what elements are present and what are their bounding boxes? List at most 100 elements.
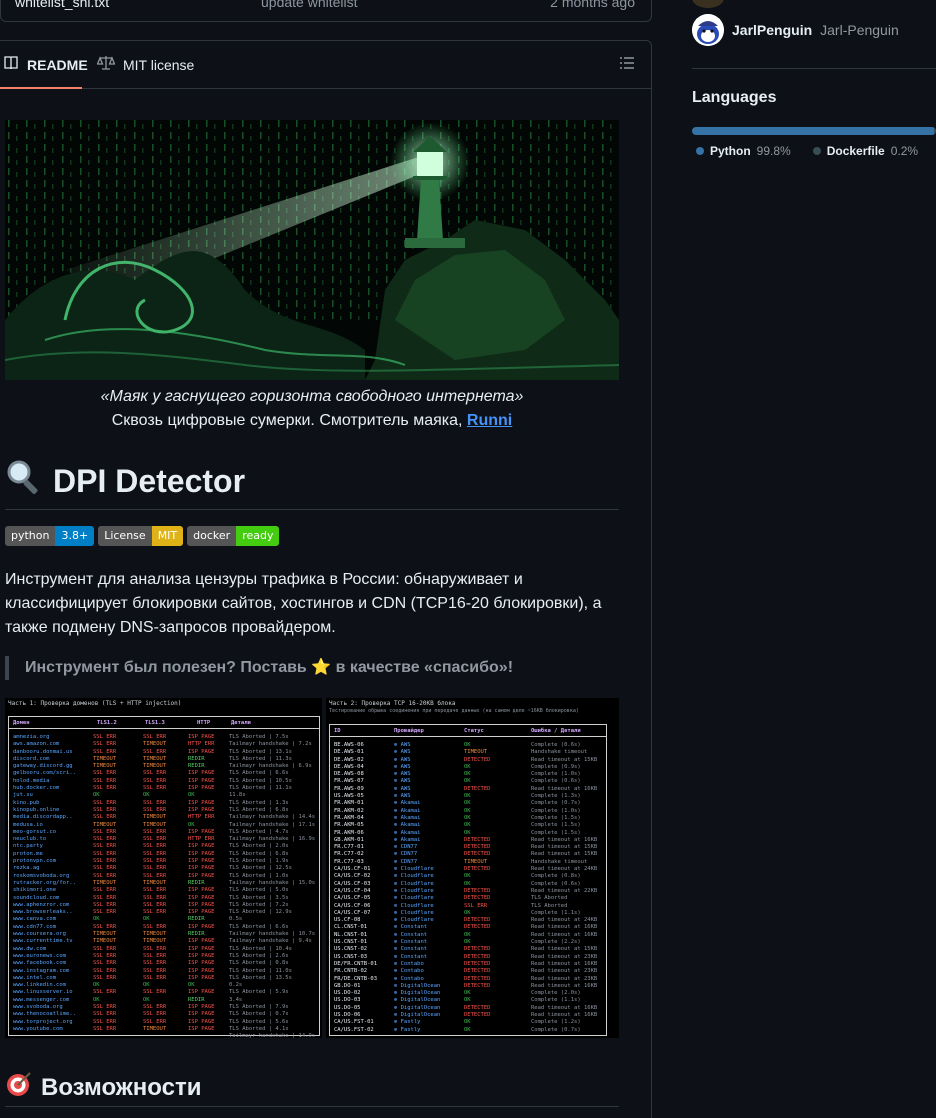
status-cell: ISP PAGE bbox=[188, 770, 215, 777]
status-cell: SSL ERR bbox=[93, 989, 117, 996]
avatar[interactable] bbox=[692, 14, 724, 46]
readme-title: DPI Detector bbox=[5, 458, 245, 504]
details-cell: Tailmayr handshake | 14.4s bbox=[229, 814, 316, 821]
status-cell: ISP PAGE bbox=[188, 777, 215, 784]
details-cell: Read timeout at 23KB bbox=[531, 953, 598, 960]
status-cell: SSL ERR bbox=[93, 777, 117, 784]
details-cell: Read timeout at 24KB bbox=[531, 866, 598, 873]
domain-cell: www.facebook.com bbox=[13, 960, 66, 967]
status-cell: DETECTED bbox=[464, 756, 491, 763]
author-link[interactable]: Runni bbox=[467, 412, 512, 429]
domain-cell: shikimori.one bbox=[13, 887, 57, 894]
status-cell: SSL ERR bbox=[143, 770, 167, 777]
domain-cell: www.canva.com bbox=[13, 916, 57, 923]
col-header: Домен bbox=[13, 720, 30, 726]
provider-cell: ⊕ AWS bbox=[394, 771, 411, 778]
status-cell: SSL ERR bbox=[143, 974, 167, 981]
id-cell: FR.C77-01 bbox=[334, 844, 364, 851]
domain-cell: rezka.ag bbox=[13, 865, 40, 872]
provider-cell: ⊕ Akamai bbox=[394, 836, 421, 843]
language-dockerfile[interactable]: Dockerfile 0.2% bbox=[812, 144, 918, 158]
id-cell: US.CF-08 bbox=[334, 917, 361, 924]
details-cell: Complete (0.9s) bbox=[531, 763, 581, 770]
contributor[interactable]: JarlPenguin Jarl-Penguin bbox=[692, 14, 899, 46]
provider-cell: ⊕ DigitalOcean bbox=[394, 990, 441, 997]
file-name[interactable]: whitelist_sni.txt bbox=[15, 0, 109, 10]
status-cell: ISP PAGE bbox=[188, 858, 215, 865]
badge-python[interactable]: python 3.8+ bbox=[5, 526, 95, 546]
status-cell: DETECTED bbox=[464, 917, 491, 924]
provider-cell: ⊕ Akamai bbox=[394, 807, 421, 814]
avatar[interactable] bbox=[692, 0, 724, 8]
status-cell: OK bbox=[143, 792, 150, 799]
status-cell: OK bbox=[464, 807, 471, 814]
status-cell: SSL ERR bbox=[143, 748, 167, 755]
language-python[interactable]: Python 99.8% bbox=[696, 144, 791, 158]
tab-license[interactable]: MIT license bbox=[96, 55, 194, 74]
status-cell: SSL ERR bbox=[93, 1003, 117, 1010]
badge-docker[interactable]: docker ready bbox=[187, 526, 280, 546]
status-cell: ISP PAGE bbox=[188, 828, 215, 835]
tab-readme[interactable]: README bbox=[3, 55, 88, 74]
status-cell: SSL ERR bbox=[93, 748, 117, 755]
status-cell: SSL ERR bbox=[93, 843, 117, 850]
id-cell: US.DO-05 bbox=[334, 1004, 361, 1011]
status-cell: SSL ERR bbox=[93, 850, 117, 857]
status-cell: DETECTED bbox=[464, 953, 491, 960]
status-cell: SSL ERR bbox=[143, 734, 167, 740]
status-cell: DETECTED bbox=[464, 851, 491, 858]
details-cell: Complete (0.7s) bbox=[531, 1026, 581, 1033]
http-column: ISP PAGE HTTP ERR ISP PAGE REDIR REDIR ISP PA… bbox=[188, 734, 215, 1033]
domain-cell: www.linkedin.com bbox=[13, 982, 66, 989]
tab-readme-label: README bbox=[27, 56, 88, 73]
provider-cell: ⊕ Cloudflare bbox=[394, 895, 434, 902]
status-cell: DETECTED bbox=[464, 844, 491, 851]
status-cell: SSL ERR bbox=[143, 850, 167, 857]
badge-license[interactable]: License MIT bbox=[98, 526, 184, 546]
details-cell: TLS Aborted | 5.6s bbox=[229, 1018, 289, 1025]
domain-cell: neuclub.to bbox=[13, 836, 47, 843]
contributor-name[interactable]: JarlPenguin bbox=[732, 22, 812, 38]
col-header: TLS1.3 bbox=[145, 720, 165, 726]
domain-cell: www.cdn77.com bbox=[13, 923, 57, 930]
status-cell: SSL ERR bbox=[143, 1003, 167, 1010]
status-cell: SSL ERR bbox=[143, 967, 167, 974]
status-cell: SSL ERR bbox=[93, 806, 117, 813]
provider-cell: ⊕ AWS bbox=[394, 763, 411, 770]
status-cell: DETECTED bbox=[464, 895, 491, 902]
details-cell: 3.4s bbox=[229, 996, 243, 1003]
status-cell: TIMEOUT bbox=[93, 763, 117, 770]
status-cell: TIMEOUT bbox=[143, 931, 167, 938]
status-cell: ISP PAGE bbox=[188, 909, 215, 916]
status-cell: OK bbox=[93, 916, 100, 923]
status-cell: SSL ERR bbox=[93, 952, 117, 959]
file-row[interactable]: whitelist_sni.txt update whitelist 2 mon… bbox=[0, 0, 652, 22]
details-cell: 0.5s bbox=[229, 916, 243, 923]
status-cell: HTTP ERR bbox=[188, 814, 215, 821]
details-cell: Complete (1.5s) bbox=[531, 829, 581, 836]
status-cell: OK bbox=[188, 982, 195, 989]
status-cell: SSL ERR bbox=[93, 887, 117, 894]
status-cell: OK bbox=[464, 778, 471, 785]
details-cell: TLS Aborted | 10.5s bbox=[229, 777, 292, 784]
details-cell: Tailmayr handshake | 17.1s bbox=[229, 821, 316, 828]
status-cell: ISP PAGE bbox=[188, 894, 215, 901]
list-unordered-icon[interactable] bbox=[619, 55, 635, 76]
commit-message[interactable]: update whitelist bbox=[261, 0, 358, 10]
status-cell: SSL ERR bbox=[93, 967, 117, 974]
details-cell: Complete (1.2s) bbox=[531, 1019, 581, 1026]
badge-label: python bbox=[5, 526, 56, 546]
domain-cell: proton.me bbox=[13, 850, 43, 857]
status-cell: DETECTED bbox=[464, 968, 491, 975]
details-cell: TLS Aborted | 4.7s bbox=[229, 828, 289, 835]
domain-cell: www.euronews.com bbox=[13, 952, 66, 959]
active-tab-indicator bbox=[0, 87, 82, 89]
status-cell: TIMEOUT bbox=[93, 931, 117, 938]
status-cell: OK bbox=[464, 763, 471, 770]
id-cell: CA/US.CF-01 bbox=[334, 866, 371, 873]
domain-cell: www.linuxserver.io bbox=[13, 989, 73, 996]
id-cell: FR/DE.CNTB-03 bbox=[334, 975, 378, 982]
provider-cell: ⊕ AWS bbox=[394, 756, 411, 763]
provider-cell: ⊕ Contabo bbox=[394, 975, 424, 982]
status-cell: SSL ERR bbox=[93, 923, 117, 930]
